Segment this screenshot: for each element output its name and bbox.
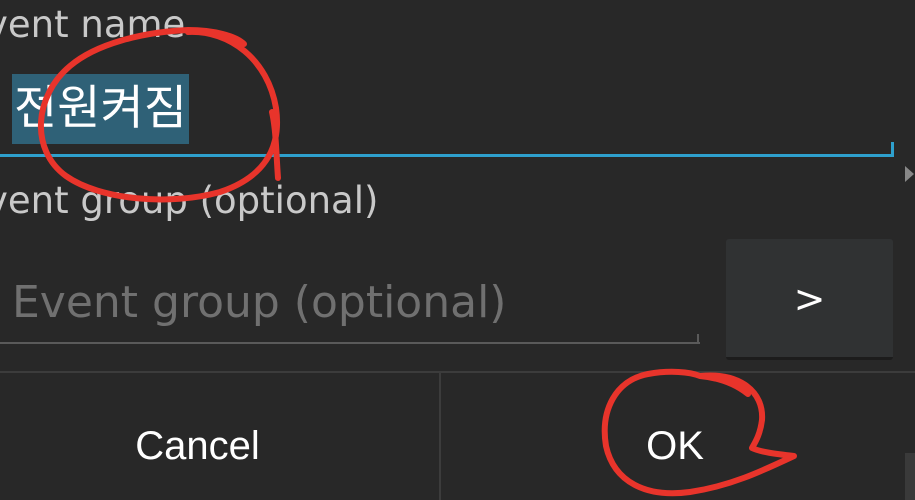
event-group-label: vent group (optional): [0, 179, 379, 222]
event-name-underline-tick: [891, 142, 894, 156]
cancel-button[interactable]: Cancel: [0, 373, 417, 500]
event-group-underline-tick: [697, 334, 699, 344]
event-name-label: vent name: [0, 3, 186, 46]
button-divider: [439, 371, 441, 500]
event-group-input[interactable]: [0, 262, 700, 344]
event-dialog: vent name 전원켜짐 vent group (optional) > C…: [0, 0, 915, 500]
event-name-input[interactable]: 전원켜짐: [12, 74, 189, 144]
ok-button[interactable]: OK: [452, 373, 898, 500]
event-name-focus-underline: [0, 154, 894, 157]
event-group-picker-button[interactable]: >: [726, 239, 893, 360]
bar-edge-shadow: [905, 453, 915, 500]
red-circle-around-event-name-tail: [269, 109, 281, 181]
scroll-edge-chevron-icon: [905, 166, 914, 182]
